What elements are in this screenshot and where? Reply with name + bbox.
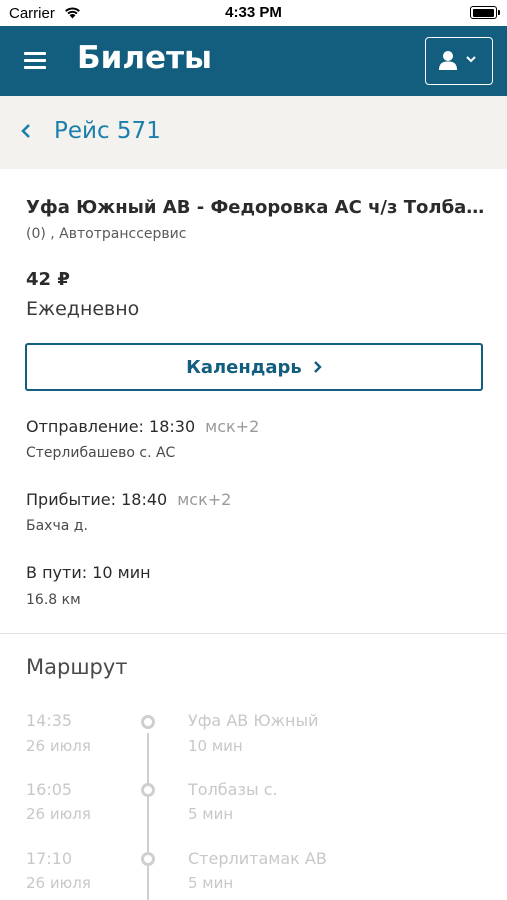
battery-icon [470,6,500,19]
stop-duration: 10 мин [188,737,243,755]
arrival-label: Прибытие: 18:40 [26,490,168,509]
departure-info: Отправление: 18:30 мск+2 [26,417,259,436]
stop-date: 26 июля [26,805,91,823]
route-section-title: Маршрут [26,655,128,679]
arrival-timezone: мск+2 [177,490,232,509]
stop-dot-icon [141,783,155,797]
stop-dot-icon [141,715,155,729]
stop-time: 17:10 [26,849,73,868]
stop-name: Стерлитамак АВ [188,849,327,868]
divider [0,633,507,634]
ticket-price: 42 ₽ [26,269,70,290]
user-menu-button[interactable] [425,37,493,85]
arrival-info: Прибытие: 18:40 мск+2 [26,490,231,509]
hamburger-menu-icon[interactable] [22,50,48,72]
carrier-info: (0) , Автотранссервис [26,226,187,242]
app-header: Билеты [0,26,507,96]
stop-time: 14:35 [26,711,73,730]
stop-time: 16:05 [26,780,73,799]
calendar-button[interactable]: Календарь [25,343,483,391]
departure-timezone: мск+2 [205,417,260,436]
stop-date: 26 июля [26,874,91,892]
user-icon [439,51,476,70]
schedule-text: Ежедневно [26,298,140,320]
chevron-left-icon[interactable] [20,122,32,144]
travel-time: В пути: 10 мин [26,563,151,582]
stop-dot-icon [141,852,155,866]
route-title: Уфа Южный АВ - Федоровка АС ч/з Толбазы … [26,197,491,218]
chevron-down-icon [466,56,476,63]
chevron-right-icon [313,359,322,378]
departure-label: Отправление: 18:30 [26,417,196,436]
stop-name: Толбазы с. [188,780,278,799]
calendar-button-label: Календарь [186,357,302,378]
stop-name: Уфа АВ Южный [188,711,319,730]
distance: 16.8 км [26,592,81,608]
stop-duration: 5 мин [188,874,234,892]
page-title[interactable]: Рейс 571 [54,118,161,144]
status-bar: Carrier 4:33 PM [0,0,507,26]
stop-duration: 5 мин [188,805,234,823]
departure-station: Стерлибашево с. АС [26,445,176,461]
app-title: Билеты [77,40,213,76]
breadcrumb: Рейс 571 [0,96,507,169]
status-time: 4:33 PM [225,4,282,21]
stop-date: 26 июля [26,737,91,755]
timeline-line [147,733,149,900]
arrival-station: Бахча д. [26,518,88,534]
